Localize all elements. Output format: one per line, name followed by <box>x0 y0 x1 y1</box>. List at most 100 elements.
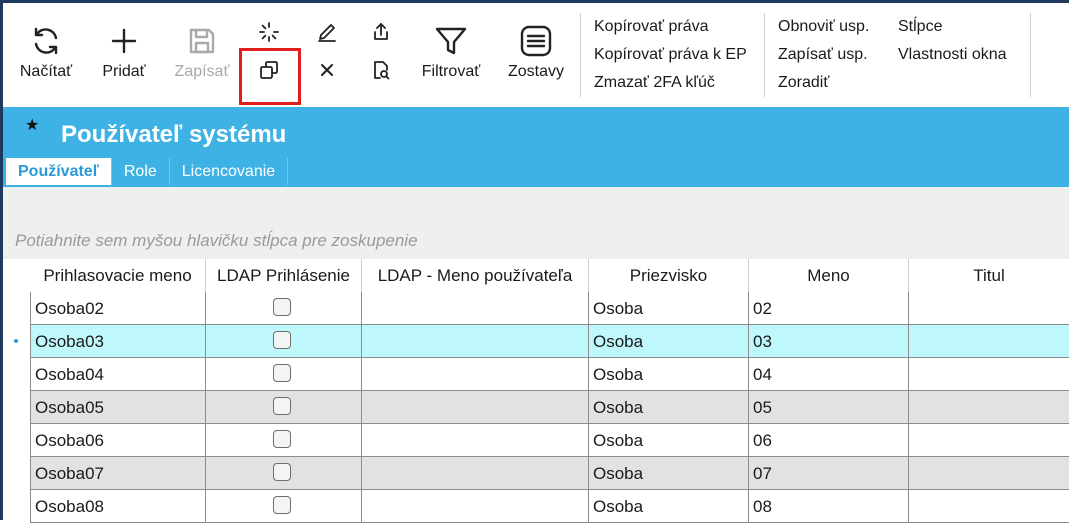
table-row-selected[interactable]: Osoba03 Osoba 03 <box>3 325 1069 358</box>
cell-surname[interactable]: Osoba <box>589 325 749 358</box>
tab-user[interactable]: Používateľ <box>6 158 112 185</box>
cell-surname[interactable]: Osoba <box>589 391 749 424</box>
table-row[interactable]: Osoba07 Osoba 07 <box>3 457 1069 490</box>
ldap-checkbox[interactable] <box>273 496 291 514</box>
cell-login[interactable]: Osoba03 <box>30 325 206 358</box>
cell-surname[interactable]: Osoba <box>589 358 749 391</box>
cell-ldap-username[interactable] <box>362 490 589 523</box>
reload-label: Načítať <box>19 63 73 80</box>
ldap-checkbox[interactable] <box>273 463 291 481</box>
cell-surname[interactable]: Osoba <box>589 457 749 490</box>
cell-title[interactable] <box>909 358 1069 391</box>
cell-login[interactable]: Osoba08 <box>30 490 206 523</box>
cell-ldap-username[interactable] <box>362 424 589 457</box>
cell-ldap-login <box>206 391 362 424</box>
ldap-checkbox[interactable] <box>273 364 291 382</box>
cell-ldap-username[interactable] <box>362 292 589 325</box>
grid-header-row: Prihlasovacie meno LDAP Prihlásenie LDAP… <box>3 259 1069 292</box>
cell-title[interactable] <box>909 325 1069 358</box>
columns-item[interactable]: Stĺpce <box>898 13 1007 41</box>
reports-label: Zostavy <box>507 63 564 80</box>
cell-login[interactable]: Osoba07 <box>30 457 206 490</box>
table-row[interactable]: Osoba02 Osoba 02 <box>3 292 1069 325</box>
window-properties-item[interactable]: Vlastnosti okna <box>898 41 1007 69</box>
cell-first-name[interactable]: 04 <box>749 358 909 391</box>
loading-spinner-icon[interactable] <box>255 18 283 46</box>
cell-surname[interactable]: Osoba <box>589 490 749 523</box>
sort-item[interactable]: Zoradiť <box>778 69 869 97</box>
add-label: Pridať <box>102 63 146 80</box>
rights-menu: Kopírovať práva Kopírovať práva k EP Zma… <box>594 13 747 97</box>
toolbar-divider <box>764 13 765 97</box>
reload-button[interactable]: Načítať <box>11 3 81 107</box>
restore-layout-item[interactable]: Obnoviť usp. <box>778 13 869 41</box>
filter-label: Filtrovať <box>421 63 481 80</box>
reports-button[interactable]: Zostavy <box>499 3 573 107</box>
layout-menu: Obnoviť usp. Zapísať usp. Zoradiť <box>778 13 869 97</box>
column-header-title[interactable]: Titul <box>909 259 1069 292</box>
column-header-first-name[interactable]: Meno <box>749 259 909 292</box>
cell-ldap-login <box>206 424 362 457</box>
cell-ldap-login <box>206 358 362 391</box>
cell-surname[interactable]: Osoba <box>589 424 749 457</box>
table-row[interactable]: Osoba05 Osoba 05 <box>3 391 1069 424</box>
cell-login[interactable]: Osoba02 <box>30 292 206 325</box>
cell-title[interactable] <box>909 292 1069 325</box>
ldap-checkbox[interactable] <box>273 430 291 448</box>
cell-first-name[interactable]: 07 <box>749 457 909 490</box>
save-layout-item[interactable]: Zapísať usp. <box>778 41 869 69</box>
save-button[interactable]: Zapísať <box>165 3 239 107</box>
add-button[interactable]: Pridať <box>93 3 155 107</box>
copy-rights-ep-item[interactable]: Kopírovať práva k EP <box>594 41 747 69</box>
cell-first-name[interactable]: 05 <box>749 391 909 424</box>
cell-title[interactable] <box>909 457 1069 490</box>
column-header-ldap-login[interactable]: LDAP Prihlásenie <box>206 259 362 292</box>
column-header-ldap-username[interactable]: LDAP - Meno používateľa <box>362 259 589 292</box>
ldap-checkbox[interactable] <box>273 331 291 349</box>
view-menu: Stĺpce Vlastnosti okna <box>898 13 1007 69</box>
cell-title[interactable] <box>909 391 1069 424</box>
cell-login[interactable]: Osoba06 <box>30 424 206 457</box>
cell-ldap-login <box>206 457 362 490</box>
ldap-checkbox[interactable] <box>273 397 291 415</box>
reports-icon <box>518 23 554 59</box>
document-search-icon[interactable] <box>367 56 395 84</box>
group-by-panel[interactable]: Potiahnite sem myšou hlavičku stĺpca pre… <box>3 187 1069 259</box>
table-row[interactable]: Osoba06 Osoba 06 <box>3 424 1069 457</box>
cell-ldap-username[interactable] <box>362 391 589 424</box>
cell-ldap-username[interactable] <box>362 358 589 391</box>
cell-first-name[interactable]: 08 <box>749 490 909 523</box>
filter-icon <box>433 23 469 59</box>
cell-surname[interactable]: Osoba <box>589 292 749 325</box>
ldap-checkbox[interactable] <box>273 298 291 316</box>
table-row[interactable]: Osoba04 Osoba 04 <box>3 358 1069 391</box>
cell-login[interactable]: Osoba04 <box>30 358 206 391</box>
pencil-icon[interactable] <box>313 18 341 46</box>
cell-title[interactable] <box>909 490 1069 523</box>
column-header-surname[interactable]: Priezvisko <box>589 259 749 292</box>
close-icon[interactable] <box>313 56 341 84</box>
tab-roles[interactable]: Role <box>112 158 170 185</box>
star-icon[interactable]: ★ <box>25 115 39 135</box>
cell-first-name[interactable]: 06 <box>749 424 909 457</box>
save-label: Zapísať <box>174 63 230 80</box>
cell-ldap-username[interactable] <box>362 325 589 358</box>
tab-licensing[interactable]: Licencovanie <box>170 158 289 185</box>
copy-rights-item[interactable]: Kopírovať práva <box>594 13 747 41</box>
export-icon[interactable] <box>367 18 395 46</box>
filter-button[interactable]: Filtrovať <box>411 3 491 107</box>
delete-2fa-key-item[interactable]: Zmazať 2FA kľúč <box>594 69 747 97</box>
cell-title[interactable] <box>909 424 1069 457</box>
toolbar-divider <box>1030 13 1031 97</box>
group-by-hint: Potiahnite sem myšou hlavičku stĺpca pre… <box>15 231 418 250</box>
cell-first-name[interactable]: 02 <box>749 292 909 325</box>
cell-first-name[interactable]: 03 <box>749 325 909 358</box>
cell-ldap-login <box>206 292 362 325</box>
column-header-login[interactable]: Prihlasovacie meno <box>30 259 206 292</box>
cell-login[interactable]: Osoba05 <box>30 391 206 424</box>
table-row[interactable]: Osoba08 Osoba 08 <box>3 490 1069 523</box>
tab-bar: Používateľ Role Licencovanie <box>6 158 289 185</box>
cell-ldap-login <box>206 490 362 523</box>
cell-ldap-username[interactable] <box>362 457 589 490</box>
highlight-box <box>239 48 301 105</box>
